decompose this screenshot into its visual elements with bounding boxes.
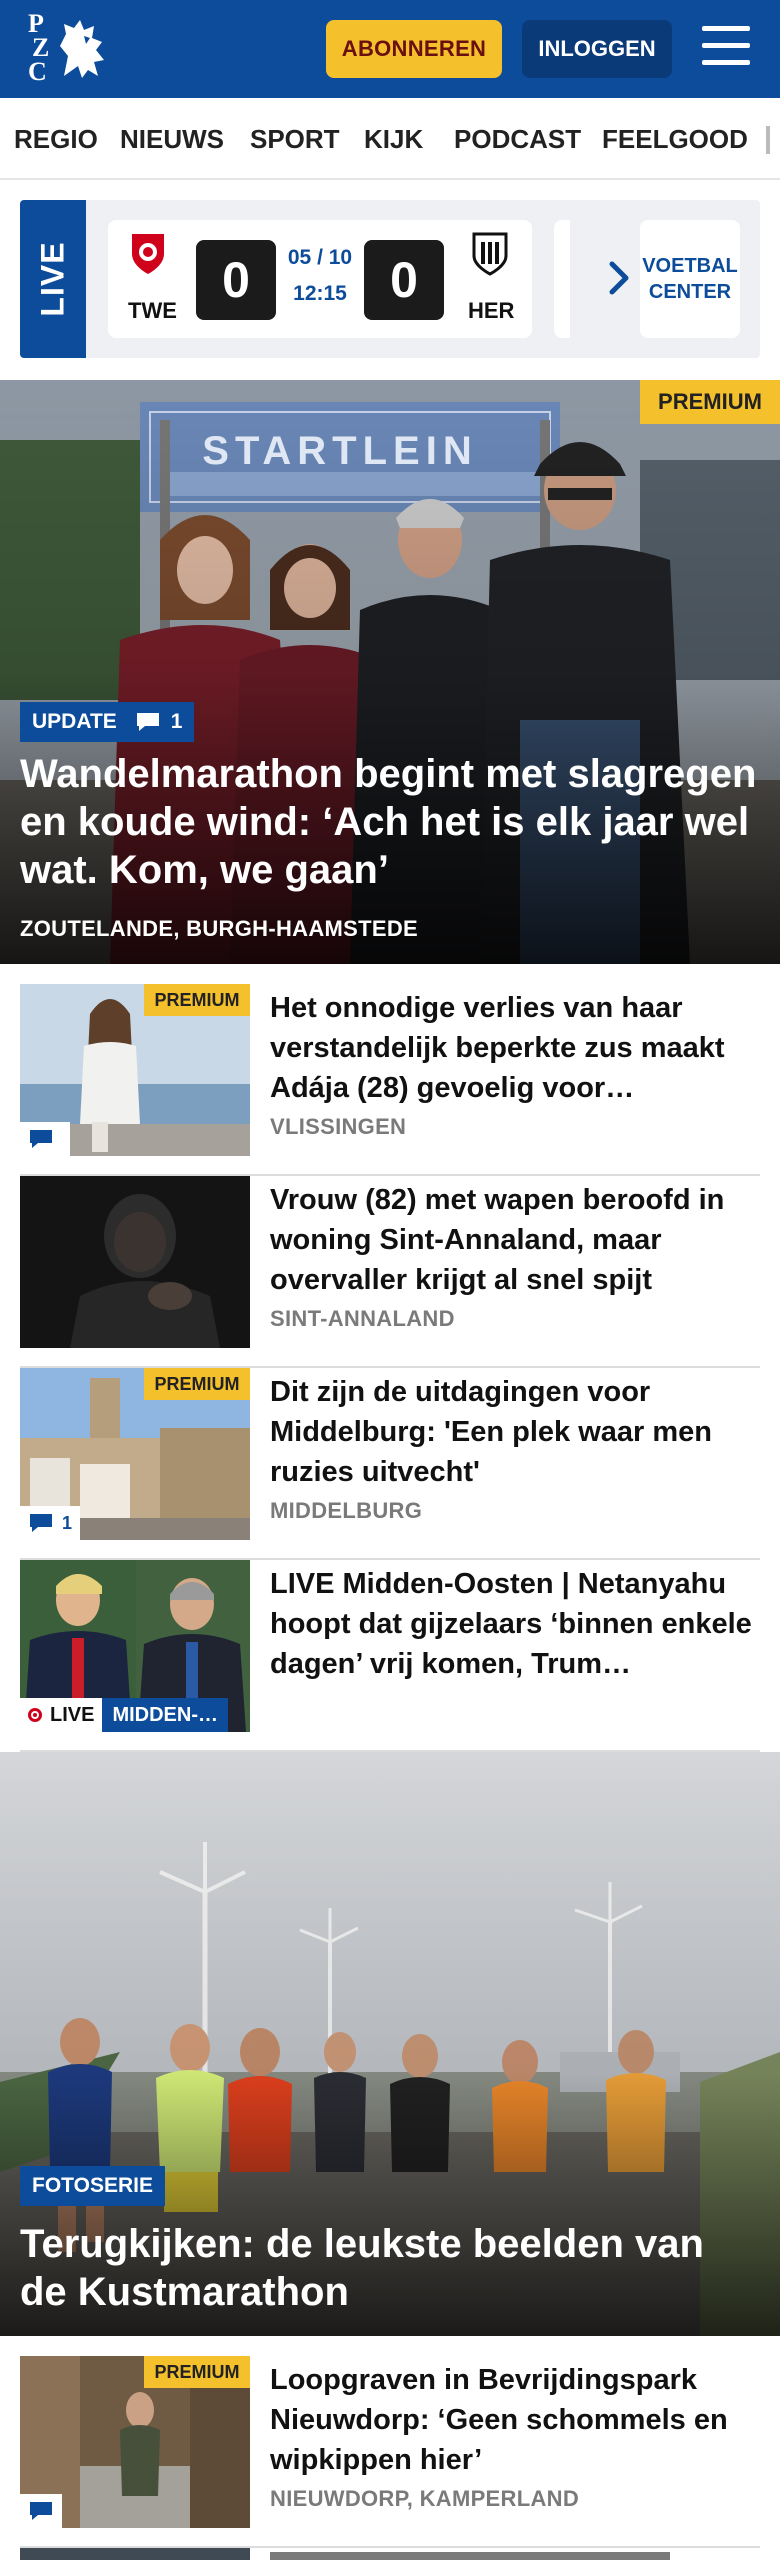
nav-item-regio[interactable]: REGIO [14, 98, 98, 178]
comment-indicator: 1 [20, 1506, 81, 1540]
hamburger-menu-icon[interactable] [702, 26, 750, 70]
match-time: 12:15 [293, 282, 347, 305]
section-nav: REGIO NIEUWS SPORT KIJK PODCAST FEELGOOD [0, 98, 780, 180]
startlein-banner-text: STARTLEIN [202, 429, 477, 473]
premium-tag: PREMIUM [144, 2356, 250, 2388]
live-tab[interactable]: LIVE [20, 200, 86, 358]
site-header: P Z C ABONNEREN INLOGGEN [0, 0, 780, 98]
next-article-peek [20, 2548, 250, 2560]
subscribe-button[interactable]: ABONNEREN [326, 20, 502, 78]
article-item[interactable]: PREMIUM Loopgraven in Bevrijdingspark Ni… [20, 2356, 760, 2548]
article-thumbnail [20, 1176, 250, 1348]
comment-indicator [20, 2494, 62, 2528]
comment-icon [30, 1130, 52, 1148]
comment-icon [136, 713, 159, 731]
live-scores-bar: LIVE TWE 0 05 / 10 12:15 0 HER VOETBAL CE… [20, 200, 760, 358]
next-article-title-peek [270, 2552, 670, 2560]
comment-icon [30, 2502, 52, 2520]
article-item[interactable]: PREMIUM Het onnodige verlies van haar ve… [20, 984, 760, 1176]
voetbal-center-link[interactable]: VOETBAL CENTER [640, 220, 740, 338]
article-title[interactable]: Het onnodige verlies van haar verstandel… [270, 988, 758, 1108]
away-score: 0 [364, 240, 444, 320]
nav-item-kijk[interactable]: KIJK [364, 98, 423, 178]
thumbnail-photo [20, 1176, 250, 1348]
live-indicator: LIVE MIDDEN-… [20, 1698, 228, 1732]
nav-item-nieuws[interactable]: NIEUWS [120, 98, 224, 178]
article-location: SINT-ANNALAND [270, 1306, 455, 1331]
home-team-name: TWE [128, 298, 177, 323]
hero-title[interactable]: Wandelmarathon begint met slagregen en k… [20, 750, 760, 894]
login-button[interactable]: INLOGGEN [522, 20, 672, 78]
premium-tag: PREMIUM [144, 1368, 250, 1400]
hero-location: ZOUTELANDE, BURGH-HAAMSTEDE [20, 916, 418, 941]
article-title[interactable]: Loopgraven in Bevrijdingspark Nieuwdorp:… [270, 2360, 758, 2480]
hero2-title[interactable]: Terugkijken: de leukste beelden van de K… [20, 2220, 760, 2316]
article-item[interactable]: PREMIUM 1 Dit zijn de uitdagingen voor M… [20, 1368, 760, 1560]
twente-crest-icon [132, 234, 164, 274]
away-team-name: HER [468, 298, 515, 323]
article-item[interactable]: Vrouw (82) met wapen beroofd in woning S… [20, 1176, 760, 1368]
article-title[interactable]: Vrouw (82) met wapen beroofd in woning S… [270, 1180, 758, 1300]
premium-tag: PREMIUM [640, 380, 780, 424]
nav-overflow-indicator [766, 126, 770, 154]
hero-article[interactable]: STARTLEIN PREMIUM UPDATE 1 Wandelmaratho… [0, 380, 780, 964]
match-date: 05 / 10 [287, 246, 353, 269]
live-dot-icon [28, 1708, 42, 1722]
photo-series-badge: FOTOSERIE [20, 2166, 165, 2206]
update-badge: UPDATE 1 [20, 702, 195, 742]
article-title[interactable]: LIVE Midden-Oosten | Netanyahu hoopt dat… [270, 1564, 758, 1684]
pzc-logo[interactable]: P Z C [28, 11, 112, 86]
nav-item-sport[interactable]: SPORT [250, 98, 340, 178]
article-item[interactable]: LIVE MIDDEN-… LIVE Midden-Oosten | Netan… [20, 1560, 760, 1752]
premium-tag: PREMIUM [144, 984, 250, 1016]
next-match-card-peek[interactable] [554, 220, 570, 338]
match-card[interactable]: TWE 0 05 / 10 12:15 0 HER [108, 220, 532, 338]
article-thumbnail: PREMIUM 1 [20, 1368, 250, 1540]
home-score: 0 [196, 240, 276, 320]
article-location: NIEUWDORP, KAMPERLAND [270, 2486, 580, 2511]
nav-item-feelgood[interactable]: FEELGOOD [602, 98, 748, 178]
article-location: VLISSINGEN [270, 1114, 407, 1139]
nav-item-podcast[interactable]: PODCAST [454, 98, 581, 178]
heracles-crest-icon [472, 232, 508, 276]
article-thumbnail: PREMIUM [20, 984, 250, 1156]
article-thumbnail: LIVE MIDDEN-… [20, 1560, 250, 1732]
lion-icon [60, 20, 104, 78]
photo-series-article[interactable]: FOTOSERIE Terugkijken: de leukste beelde… [0, 1752, 780, 2336]
article-location: MIDDELBURG [270, 1498, 423, 1523]
comment-icon [30, 1514, 52, 1532]
article-thumbnail: PREMIUM [20, 2356, 250, 2528]
comment-indicator [20, 1122, 70, 1156]
article-title[interactable]: Dit zijn de uitdagingen voor Middelburg:… [270, 1372, 758, 1492]
chevron-right-icon[interactable] [604, 258, 634, 298]
